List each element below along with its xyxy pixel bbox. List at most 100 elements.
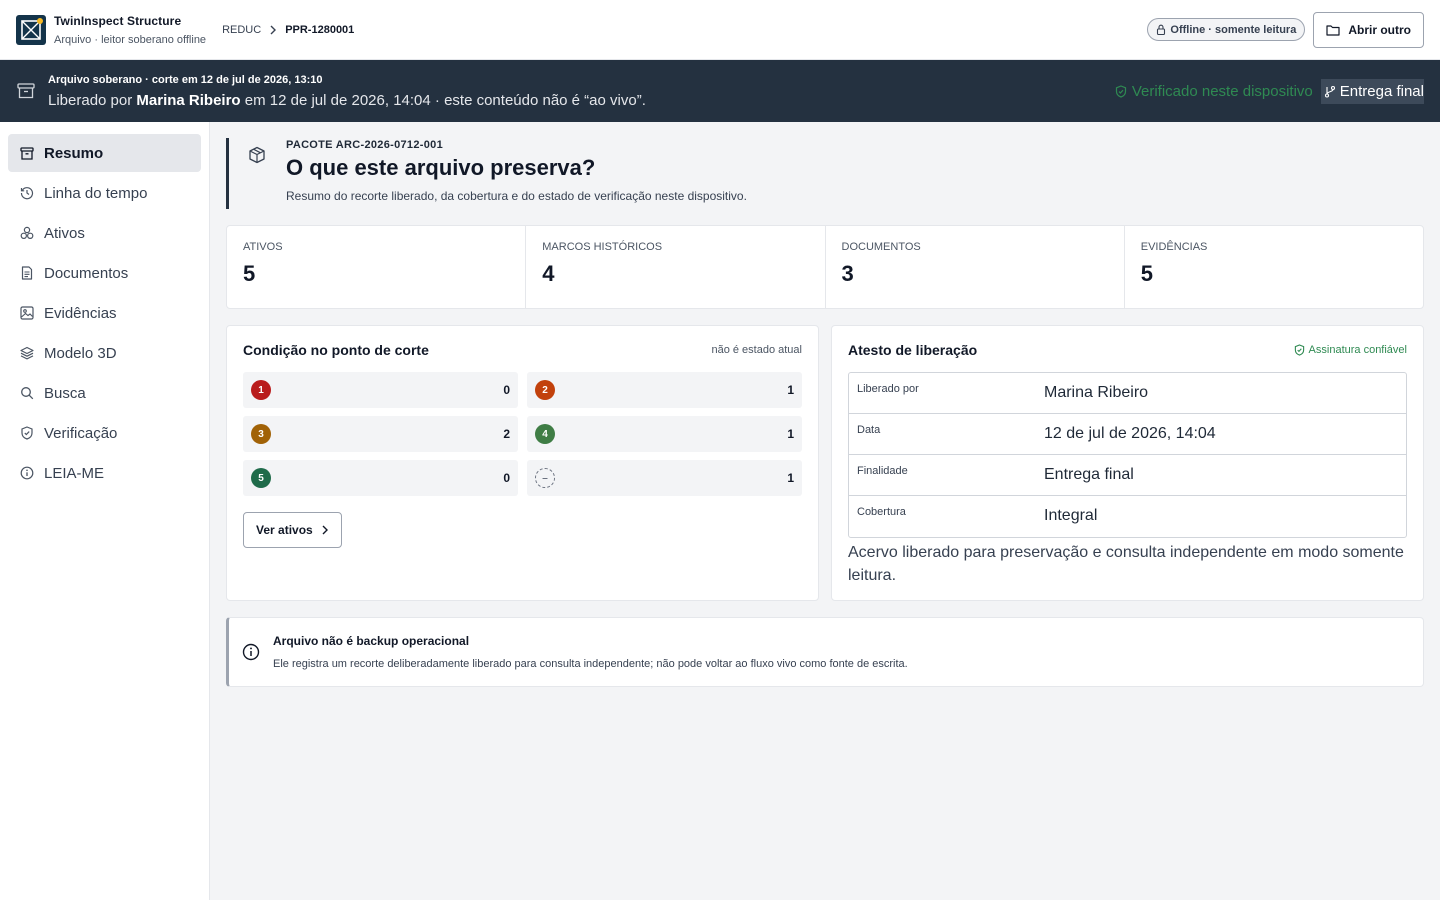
logo-dot	[37, 17, 43, 24]
signature-status: Assinatura confiável	[1294, 344, 1407, 356]
sidebar-item-label: Busca	[44, 384, 86, 402]
package-id: PACOTE ARC-2026-0712-001	[286, 139, 443, 151]
search-icon	[20, 386, 34, 400]
sidebar-item-evidencias[interactable]: Evidências	[8, 294, 201, 332]
app-subtitle: Arquivo · leitor soberano offline	[54, 33, 207, 46]
stat-ativos: ATIVOS 5	[227, 226, 527, 308]
attestation-row: Data 12 de jul de 2026, 14:04	[849, 414, 1406, 455]
archive-icon	[16, 83, 36, 99]
app-title: TwinInspect Structure	[54, 13, 182, 28]
verified-status: Verificado neste dispositivo	[1115, 83, 1313, 100]
condition-level-3: 3 2	[243, 416, 518, 452]
verified-label: Verificado neste dispositivo	[1131, 82, 1313, 100]
condition-title: Condição no ponto de corte	[243, 342, 429, 358]
document-icon	[20, 266, 34, 280]
condition-hint: não é estado atual	[711, 344, 802, 356]
attestation-row: Cobertura Integral	[849, 496, 1406, 537]
sidebar-item-linha-do-tempo[interactable]: Linha do tempo	[8, 174, 201, 212]
attestation-value: 12 de jul de 2026, 14:04	[1044, 425, 1216, 442]
condition-count: 0	[503, 383, 510, 397]
sidebar-item-documentos[interactable]: Documentos	[8, 254, 201, 292]
attestation-value: Marina Ribeiro	[1044, 384, 1149, 401]
attestation-card: Atesto de liberação Assinatura confiável…	[831, 325, 1424, 601]
stat-value: 3	[841, 261, 854, 286]
layers-icon	[20, 346, 34, 360]
condition-count: 0	[503, 471, 510, 485]
attestation-key: Cobertura	[857, 506, 906, 518]
shield-icon	[20, 426, 34, 440]
attestation-table: Liberado por Marina Ribeiro Data 12 de j…	[848, 372, 1407, 538]
stat-value: 5	[243, 261, 256, 286]
package-header: PACOTE ARC-2026-0712-001 O que este arqu…	[226, 138, 1424, 209]
sidebar-item-label: Ativos	[44, 224, 85, 242]
stats-strip: ATIVOS 5 MARCOS HISTÓRICOS 4 DOCUMENTOS …	[226, 225, 1424, 309]
attestation-row: Liberado por Marina Ribeiro	[849, 373, 1406, 414]
condition-count: 2	[503, 427, 510, 441]
attestation-key: Liberado por	[857, 383, 919, 395]
sidebar-item-modelo-3d[interactable]: Modelo 3D	[8, 334, 201, 372]
banner-release: Liberado por Marina Ribeiro em 12 de jul…	[48, 92, 646, 109]
package-icon	[240, 138, 274, 172]
lock-icon	[1157, 24, 1166, 35]
chevron-right-icon	[322, 525, 328, 535]
attestation-value: Integral	[1044, 507, 1098, 524]
attestation-note: Acervo liberado para preservação e consu…	[848, 544, 1404, 584]
condition-card: Condição no ponto de corte não é estado …	[226, 325, 819, 601]
stat-label: DOCUMENTOS	[841, 241, 921, 253]
stat-label: MARCOS HISTÓRICOS	[542, 241, 663, 253]
final-chip-label: Entrega final	[1339, 82, 1424, 100]
brand: TwinInspect Structure Arquivo · leitor s…	[54, 14, 206, 46]
notice-description: Ele registra um recorte deliberadamente …	[273, 658, 908, 670]
sidebar-item-label: Evidências	[44, 304, 117, 322]
sidebar-item-label: Linha do tempo	[44, 184, 148, 202]
sidebar-item-ativos[interactable]: Ativos	[8, 214, 201, 252]
stat-evidencias: EVIDÊNCIAS 5	[1125, 226, 1423, 308]
sidebar-item-label: Modelo 3D	[44, 344, 117, 362]
view-assets-button[interactable]: Ver ativos	[243, 512, 342, 548]
notice-title: Arquivo não é backup operacional	[273, 634, 470, 648]
chevron-right-icon	[269, 25, 277, 35]
condition-level-2: 2 1	[527, 372, 802, 408]
stat-value: 5	[1140, 261, 1153, 286]
stat-label: ATIVOS	[243, 241, 283, 253]
offline-badge: Offline · somente leitura	[1147, 18, 1306, 41]
condition-count: 1	[787, 427, 794, 441]
open-other-label: Abrir outro	[1348, 22, 1411, 37]
banner-release-person: Marina Ribeiro	[136, 91, 241, 109]
condition-level-unrated: – 1	[527, 460, 802, 496]
breadcrumb: REDUC PPR-1280001	[222, 24, 354, 36]
sidebar-item-verificacao[interactable]: Verificação	[8, 414, 201, 452]
condition-badge: 3	[251, 424, 271, 444]
condition-level-1: 1 0	[243, 372, 518, 408]
stat-marcos: MARCOS HISTÓRICOS 4	[526, 226, 826, 308]
breadcrumb-current: PPR-1280001	[285, 23, 355, 36]
assets-icon	[20, 226, 34, 240]
condition-grid: 1 0 2 1 3 2 4 1 5 0 – 1	[243, 372, 802, 496]
offline-badge-label: Offline · somente leitura	[1170, 23, 1297, 36]
sidebar-item-label: Documentos	[44, 264, 129, 282]
attestation-row: Finalidade Entrega final	[849, 455, 1406, 496]
sidebar-item-busca[interactable]: Busca	[8, 374, 201, 412]
condition-badge: 2	[535, 380, 555, 400]
condition-badge: 1	[251, 380, 271, 400]
condition-count: 1	[787, 383, 794, 397]
view-assets-label: Ver ativos	[256, 523, 313, 537]
attestation-title: Atesto de liberação	[848, 342, 978, 358]
final-delivery-chip: Entrega final	[1320, 78, 1424, 104]
top-bar: TwinInspect Structure Arquivo · leitor s…	[0, 0, 1440, 60]
open-other-button[interactable]: Abrir outro	[1313, 11, 1424, 48]
stat-value: 4	[542, 261, 555, 286]
condition-badge: 5	[251, 468, 271, 488]
attestation-key: Data	[857, 424, 881, 436]
signature-label: Assinatura confiável	[1308, 344, 1407, 356]
sidebar-item-label: Resumo	[44, 144, 104, 162]
sidebar-item-leia-me[interactable]: LEIA-ME	[8, 454, 201, 492]
shield-check-icon	[1115, 84, 1126, 98]
folder-icon	[1326, 24, 1340, 36]
breadcrumb-root[interactable]: REDUC	[222, 24, 261, 36]
condition-badge-unrated: –	[535, 468, 555, 488]
stat-label: EVIDÊNCIAS	[1140, 241, 1208, 253]
sidebar-item-label: LEIA-ME	[44, 464, 105, 482]
history-icon	[20, 186, 34, 200]
sidebar-item-resumo[interactable]: Resumo	[8, 134, 201, 172]
